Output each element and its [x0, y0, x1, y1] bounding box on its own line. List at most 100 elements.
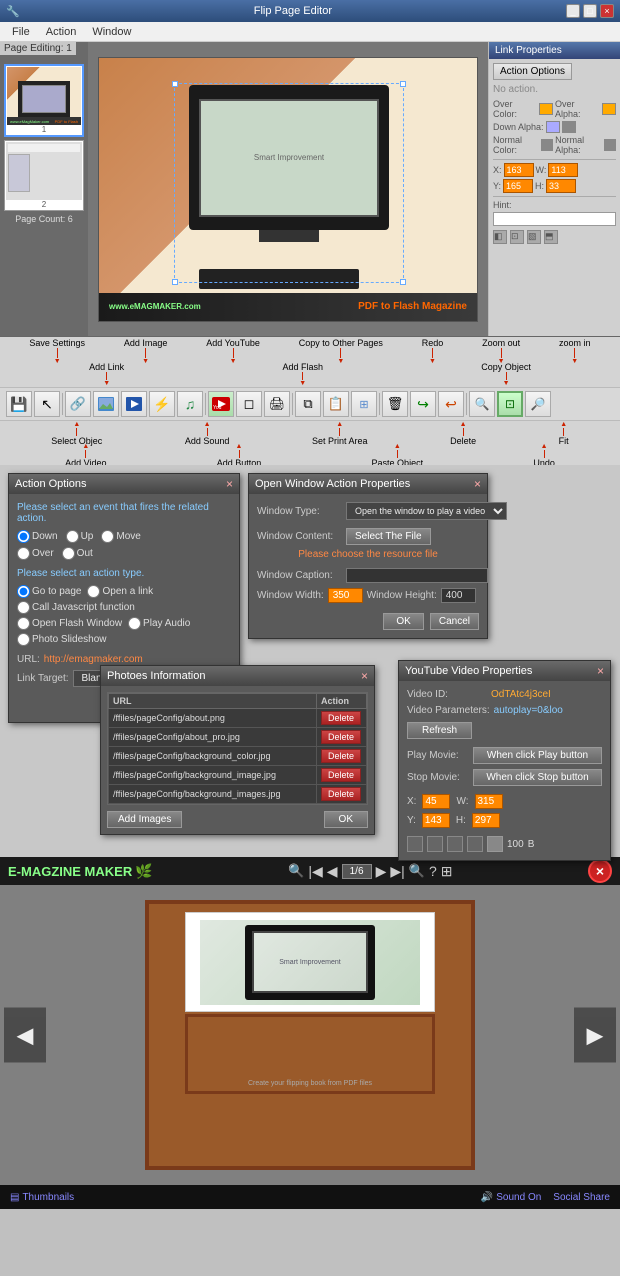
fit-button[interactable]: ⊡: [497, 391, 523, 417]
delete-button[interactable]: 🗑: [382, 391, 408, 417]
delete-photo-button[interactable]: Delete: [321, 711, 361, 725]
yt-icon1[interactable]: [407, 836, 423, 852]
yt-w-input[interactable]: [475, 794, 503, 809]
print-area-button[interactable]: 🖨: [264, 391, 290, 417]
yt-y-input[interactable]: [422, 813, 450, 828]
delete-photo-button[interactable]: Delete: [321, 768, 361, 782]
first-page-btn[interactable]: |◀: [308, 863, 322, 880]
action-flash[interactable]: Open Flash Window: [17, 617, 122, 630]
preview-nav-left[interactable]: ◀: [4, 1008, 46, 1063]
over-alpha-swatch[interactable]: [602, 103, 616, 115]
menu-window[interactable]: Window: [84, 24, 139, 40]
x-input[interactable]: [504, 163, 534, 177]
zoom-out-button[interactable]: 🔍: [469, 391, 495, 417]
action-js[interactable]: Call Javascript function: [17, 601, 231, 614]
maximize-button[interactable]: □: [583, 4, 597, 18]
action-link[interactable]: Open a link: [87, 585, 153, 598]
add-link-button[interactable]: 🔗: [65, 391, 91, 417]
zoom-in-preview[interactable]: 🔍: [288, 863, 304, 879]
yt-icon3[interactable]: [447, 836, 463, 852]
page-thumb-1[interactable]: www.eMagMaker.com PDF to Flash 1: [4, 64, 84, 137]
select-file-button[interactable]: Select The File: [346, 528, 431, 545]
youtube-close[interactable]: ×: [597, 664, 604, 678]
close-button[interactable]: ×: [600, 4, 614, 18]
window-height-input[interactable]: [441, 588, 476, 603]
photos-ok-button[interactable]: OK: [324, 811, 368, 828]
add-image-button[interactable]: [93, 391, 119, 417]
preview-nav-right[interactable]: ▶: [574, 1008, 616, 1063]
down-alpha-swatch[interactable]: [546, 121, 560, 133]
menu-file[interactable]: File: [4, 24, 38, 40]
window-width-input[interactable]: [328, 588, 363, 603]
open-window-close[interactable]: ×: [474, 477, 481, 491]
action-options-close[interactable]: ×: [226, 477, 233, 491]
add-sound-button[interactable]: ♫: [177, 391, 203, 417]
window-type-select[interactable]: Open the window to play a video: [346, 502, 507, 520]
select-object-button[interactable]: ↖: [34, 391, 60, 417]
delete-photo-button[interactable]: Delete: [321, 749, 361, 763]
action-goto[interactable]: Go to page: [17, 585, 81, 598]
undo-button[interactable]: ↩: [438, 391, 464, 417]
help-btn[interactable]: ?: [429, 863, 437, 879]
play-movie-button[interactable]: When click Play button: [473, 747, 602, 764]
yt-icon4[interactable]: [467, 836, 483, 852]
sound-on-btn[interactable]: 🔊 Sound On: [481, 1192, 542, 1203]
align-top-btn[interactable]: ⬒: [544, 230, 558, 244]
action-audio[interactable]: Play Audio: [128, 617, 190, 630]
yt-h-input[interactable]: [472, 813, 500, 828]
menu-action[interactable]: Action: [38, 24, 85, 40]
last-page-btn[interactable]: ▶|: [390, 863, 404, 880]
add-youtube-button[interactable]: You: [208, 391, 234, 417]
align-center-btn[interactable]: ⊡: [510, 230, 524, 244]
action-options-button[interactable]: Action Options: [493, 63, 572, 80]
add-video-button[interactable]: [121, 391, 147, 417]
y-input[interactable]: [503, 179, 533, 193]
window-caption-input[interactable]: [346, 568, 488, 583]
zoom-in-label: zoom in: [559, 338, 591, 348]
delete-photo-button[interactable]: Delete: [321, 787, 361, 801]
add-flash-button[interactable]: ⚡: [149, 391, 175, 417]
minimize-button[interactable]: _: [566, 4, 580, 18]
yt-x-input[interactable]: [422, 794, 450, 809]
align-left-btn[interactable]: ◧: [493, 230, 507, 244]
event-down[interactable]: Down: [17, 530, 58, 543]
next-page-btn[interactable]: ▶: [376, 863, 387, 880]
fullscreen-btn[interactable]: ⊞: [441, 863, 453, 880]
copy-pages-button[interactable]: ⊞: [351, 391, 377, 417]
save-settings-button[interactable]: 💾: [6, 391, 32, 417]
add-button-button[interactable]: ◻: [236, 391, 262, 417]
normal-alpha-swatch[interactable]: [604, 139, 616, 151]
page-number-input[interactable]: [342, 864, 372, 879]
w-input[interactable]: [548, 163, 578, 177]
open-window-cancel-button[interactable]: Cancel: [430, 613, 479, 630]
event-out[interactable]: Out: [62, 547, 93, 560]
redo-button[interactable]: ↪: [410, 391, 436, 417]
page-thumb-2[interactable]: 2: [4, 140, 84, 211]
photos-close[interactable]: ×: [361, 669, 368, 683]
hint-input[interactable]: [493, 212, 616, 226]
yt-icon5[interactable]: [487, 836, 503, 852]
delete-photo-button[interactable]: Delete: [321, 730, 361, 744]
paste-object-button[interactable]: 📋: [323, 391, 349, 417]
social-share-label[interactable]: Social Share: [553, 1192, 610, 1203]
copy-object-button[interactable]: ⧉: [295, 391, 321, 417]
h-input[interactable]: [546, 179, 576, 193]
thumbnails-btn[interactable]: ▤ Thumbnails: [10, 1192, 74, 1203]
action-slideshow[interactable]: Photo Slideshow: [17, 633, 231, 646]
normal-color-swatch[interactable]: [541, 139, 553, 151]
refresh-button[interactable]: Refresh: [407, 722, 472, 739]
zoom-in-button[interactable]: 🔎: [525, 391, 551, 417]
event-up[interactable]: Up: [66, 530, 94, 543]
event-over[interactable]: Over: [17, 547, 54, 560]
stop-movie-button[interactable]: When click Stop button: [473, 769, 602, 786]
prev-page-btn[interactable]: ◀: [327, 863, 338, 880]
yt-icon2[interactable]: [427, 836, 443, 852]
open-window-ok-button[interactable]: OK: [383, 613, 423, 630]
zoom-out-preview[interactable]: 🔍: [409, 863, 425, 879]
over-color-swatch[interactable]: [539, 103, 553, 115]
align-right-btn[interactable]: ▧: [527, 230, 541, 244]
add-images-button[interactable]: Add Images: [107, 811, 182, 828]
preview-close-button[interactable]: ×: [588, 859, 612, 883]
down-alpha-swatch2[interactable]: [562, 121, 576, 133]
event-move[interactable]: Move: [101, 530, 140, 543]
